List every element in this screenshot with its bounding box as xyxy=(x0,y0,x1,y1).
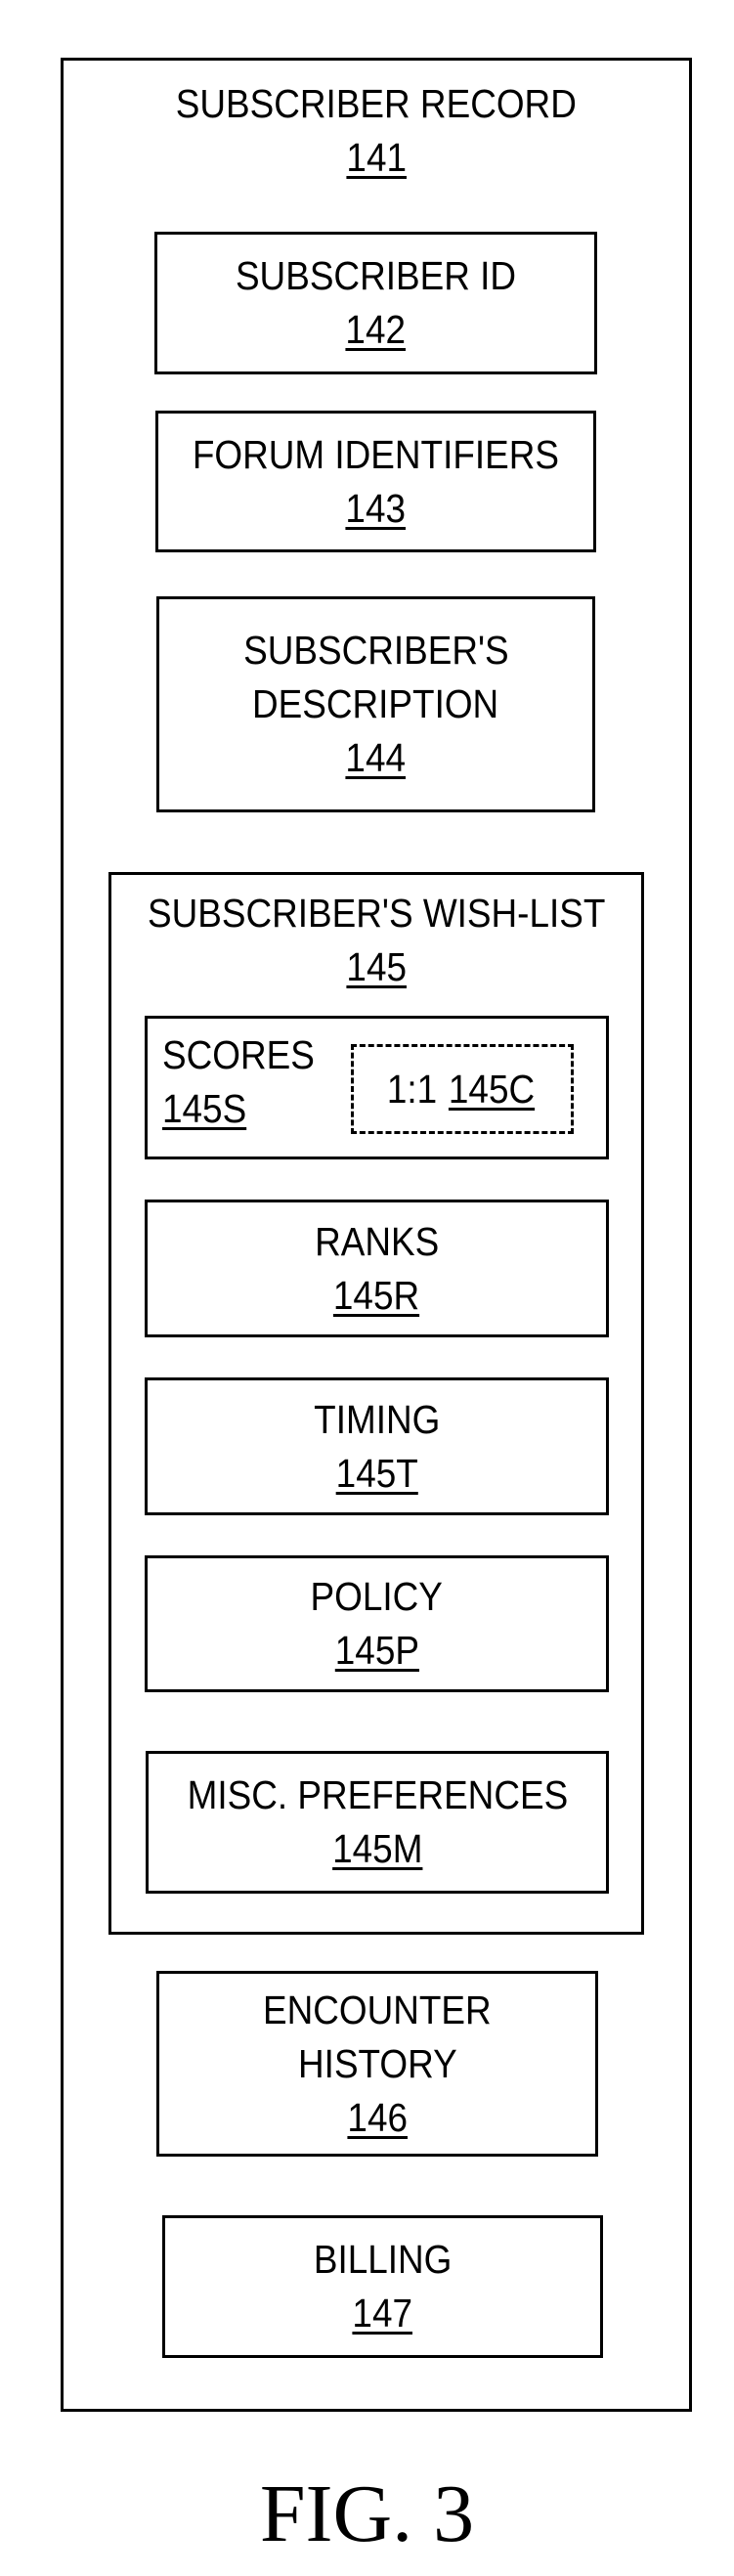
subscriber-record-ref: 141 xyxy=(346,135,407,180)
scores-component-ref: 145C xyxy=(449,1066,536,1112)
description-label-line-2: DESCRIPTION xyxy=(252,681,499,726)
policy-label: POLICY xyxy=(310,1574,444,1619)
billing-box: BILLING 147 xyxy=(162,2215,603,2358)
scores-component-box: 1:1 145C xyxy=(351,1044,574,1134)
encounter-history-box: ENCOUNTER HISTORY 146 xyxy=(156,1971,598,2157)
subscriber-description-box: SUBSCRIBER'S DESCRIPTION 144 xyxy=(156,596,595,812)
encounter-history-line-1: ENCOUNTER xyxy=(263,1987,492,2032)
figure-label: FIG. 3 xyxy=(259,2468,475,2559)
scores-label: SCORES xyxy=(162,1032,315,1077)
ranks-ref: 145R xyxy=(333,1272,420,1318)
ranks-label: RANKS xyxy=(314,1218,440,1264)
subscriber-record-heading: SUBSCRIBER RECORD 141 xyxy=(64,77,689,185)
encounter-history-line-2: HISTORY xyxy=(297,2040,457,2086)
forum-identifiers-ref: 143 xyxy=(345,485,407,531)
subscriber-id-label: SUBSCRIBER ID xyxy=(235,253,517,298)
forum-identifiers-label: FORUM IDENTIFIERS xyxy=(192,431,560,477)
billing-ref: 147 xyxy=(352,2291,413,2336)
policy-ref: 145P xyxy=(334,1628,419,1673)
subscriber-id-box: SUBSCRIBER ID 142 xyxy=(154,232,597,374)
wish-list-ref: 145 xyxy=(346,944,407,989)
encounter-history-ref: 146 xyxy=(347,2094,408,2140)
billing-label: BILLING xyxy=(313,2237,453,2282)
policy-box: POLICY 145P xyxy=(145,1555,609,1692)
ranks-box: RANKS 145R xyxy=(145,1200,609,1337)
scores-component-prefix: 1:1 xyxy=(387,1066,438,1112)
description-ref: 144 xyxy=(345,735,407,780)
timing-label: TIMING xyxy=(313,1396,441,1442)
forum-identifiers-box: FORUM IDENTIFIERS 143 xyxy=(155,411,596,552)
misc-preferences-ref: 145M xyxy=(331,1826,423,1871)
description-label-line-1: SUBSCRIBER'S xyxy=(242,628,509,673)
misc-preferences-box: MISC. PREFERENCES 145M xyxy=(146,1751,609,1894)
wish-list-heading: SUBSCRIBER'S WISH-LIST 145 xyxy=(111,887,641,994)
timing-box: TIMING 145T xyxy=(145,1377,609,1515)
scores-ref: 145S xyxy=(162,1086,247,1131)
wish-list-title: SUBSCRIBER'S WISH-LIST xyxy=(147,891,606,936)
misc-preferences-label: MISC. PREFERENCES xyxy=(187,1772,568,1817)
subscriber-record-title: SUBSCRIBER RECORD xyxy=(175,81,578,126)
subscriber-id-ref: 142 xyxy=(345,307,407,352)
timing-ref: 145T xyxy=(335,1450,418,1496)
